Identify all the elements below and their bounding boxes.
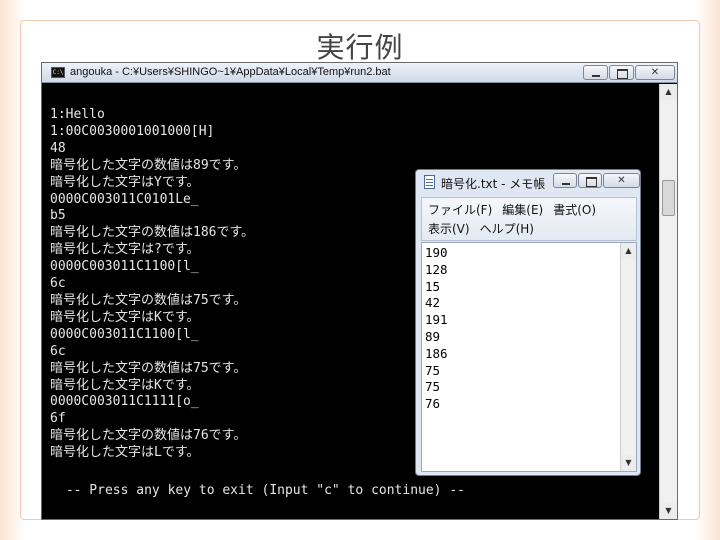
console-line: 1:00C0030001001000[H]	[50, 123, 215, 139]
maximize-icon[interactable]	[609, 65, 634, 80]
cmd-icon: C:\	[51, 67, 65, 78]
notepad-line: 190	[425, 245, 448, 260]
slide-title: 実行例	[316, 31, 404, 64]
close-icon[interactable]: ✕	[603, 173, 640, 188]
notepad-window-controls: ✕	[553, 173, 640, 188]
scroll-up-arrow-icon[interactable]: ▲	[660, 84, 677, 100]
console-title: angouka - C:¥Users¥SHINGO~1¥AppData¥Loca…	[70, 66, 391, 78]
menu-edit[interactable]: 編集(E)	[502, 201, 543, 218]
scroll-up-arrow-icon[interactable]: ▲	[621, 243, 636, 259]
console-line: 1:Hello	[50, 107, 105, 122]
notepad-menubar: ファイル(F) 編集(E) 書式(O) 表示(V) ヘルプ(H)	[421, 197, 637, 241]
scroll-down-arrow-icon[interactable]: ▼	[660, 503, 677, 519]
notepad-titlebar[interactable]: 暗号化.txt - メモ帳 ✕	[416, 170, 640, 194]
notepad-scrollbar[interactable]: ▲ ▼	[620, 243, 636, 471]
notepad-line: 186	[425, 345, 448, 361]
console-window-controls: ✕	[583, 65, 675, 80]
maximize-icon[interactable]	[578, 173, 602, 188]
close-icon[interactable]: ✕	[635, 65, 675, 80]
notepad-line: 76	[425, 396, 441, 412]
menu-row-2: 表示(V) ヘルプ(H)	[428, 220, 534, 237]
console-footer-prompt: -- Press any key to exit (Input "c" to c…	[58, 483, 465, 498]
console-line: 48	[50, 140, 66, 156]
menu-help[interactable]: ヘルプ(H)	[480, 220, 534, 237]
console-titlebar[interactable]: C:\ angouka - C:¥Users¥SHINGO~1¥AppData¥…	[42, 63, 677, 83]
minimize-icon[interactable]	[583, 65, 608, 80]
notepad-icon	[424, 175, 435, 189]
menu-file[interactable]: ファイル(F)	[428, 201, 492, 218]
notepad-text-area[interactable]: 190 128 15 42 191 89 186 75 75 76 ▲ ▼	[421, 242, 637, 472]
notepad-window[interactable]: 暗号化.txt - メモ帳 ✕ ファイル(F) 編集(E) 書式(O) 表示(V…	[415, 169, 641, 476]
notepad-line: 128	[425, 261, 448, 277]
scroll-down-arrow-icon[interactable]: ▼	[621, 455, 636, 471]
notepad-content: 190 128 15 42 191 89 186 75 75 76	[425, 245, 448, 413]
notepad-line: 75	[425, 362, 441, 378]
notepad-line: 75	[425, 379, 441, 395]
menu-row-1: ファイル(F) 編集(E) 書式(O)	[428, 201, 596, 218]
menu-format[interactable]: 書式(O)	[553, 201, 596, 218]
scroll-thumb[interactable]	[662, 180, 675, 216]
notepad-line: 15	[425, 278, 441, 294]
menu-view[interactable]: 表示(V)	[428, 220, 470, 237]
notepad-title: 暗号化.txt - メモ帳	[441, 177, 546, 191]
console-scrollbar[interactable]: ▲ ▼	[659, 84, 677, 519]
notepad-line: 89	[425, 328, 441, 344]
notepad-line: 191	[425, 312, 448, 328]
notepad-line: 42	[425, 295, 441, 311]
minimize-icon[interactable]	[553, 173, 577, 188]
